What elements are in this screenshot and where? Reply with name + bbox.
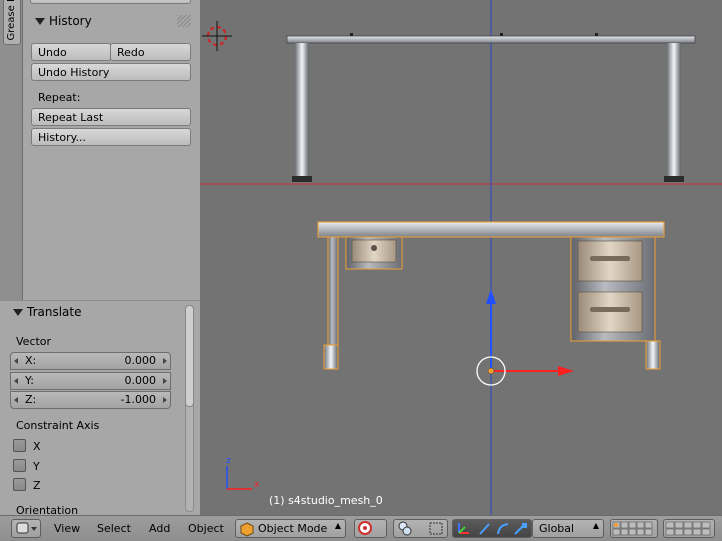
collapse-triangle-icon (35, 18, 45, 25)
vector-z-field[interactable]: Z: -1.000 (10, 391, 171, 409)
layers-grid-icon (665, 521, 711, 536)
decrement-arrow-icon[interactable] (14, 378, 18, 384)
redo-button[interactable]: Redo (110, 43, 191, 61)
undo-history-button[interactable]: Undo History (31, 63, 191, 81)
3d-view-editor-icon (16, 522, 37, 534)
decrement-arrow-icon[interactable] (14, 397, 18, 403)
vector-z-value: -1.000 (120, 393, 156, 406)
constraint-x-checkbox[interactable] (13, 439, 26, 452)
constraint-z-checkbox[interactable] (13, 478, 26, 491)
3d-viewport[interactable]: z x (1) s4studio_mesh_0 (200, 0, 722, 515)
increment-arrow-icon[interactable] (163, 378, 167, 384)
constraint-y-label: Y (33, 460, 40, 473)
menu-select[interactable]: Select (97, 522, 131, 535)
manipulator-buttons[interactable] (452, 519, 532, 538)
active-object-label: (1) s4studio_mesh_0 (269, 494, 383, 507)
axis-orientation-gizmo: z x (226, 456, 260, 490)
decrement-arrow-icon[interactable] (14, 358, 18, 364)
3d-view-header: View Select Add Object Object Mode ▲ Glo… (0, 515, 722, 541)
transform-orientation-label: Global (539, 522, 575, 535)
increment-arrow-icon[interactable] (163, 358, 167, 364)
constraint-z-label: Z (33, 479, 41, 492)
mode-selector[interactable]: Object Mode ▲ (235, 519, 346, 538)
tool-shelf-tabs: Grease P (0, 0, 23, 300)
vector-x-value: 0.000 (124, 354, 157, 367)
scrollbar-thumb[interactable] (185, 305, 194, 407)
editor-type-button[interactable] (11, 519, 41, 538)
menu-object[interactable]: Object (188, 522, 224, 535)
drag-grip-icon[interactable] (177, 15, 191, 27)
updown-arrows-icon: ▲ (334, 521, 341, 530)
repeat-heading: Repeat: (38, 91, 81, 104)
3d-cursor-icon[interactable] (202, 21, 232, 51)
viewport-shading-button[interactable] (354, 519, 387, 538)
vector-label: Vector (16, 335, 52, 348)
previous-panel-button[interactable] (30, 0, 191, 4)
mode-selector-label: Object Mode (258, 522, 328, 535)
vector-y-value: 0.000 (124, 374, 157, 387)
updown-arrows-icon: ▲ (592, 521, 599, 530)
shading-sphere-icon (358, 521, 372, 535)
vector-x-field[interactable]: X: 0.000 (10, 352, 171, 370)
pivot-and-snap-buttons[interactable] (393, 519, 448, 538)
vector-y-label: Y: (25, 374, 34, 387)
vector-y-field[interactable]: Y: 0.000 (10, 372, 171, 390)
layers-grid-icon (612, 521, 653, 536)
constraint-axis-label: Constraint Axis (16, 419, 100, 432)
vector-x-label: X: (25, 354, 37, 367)
layer-buttons-group-2[interactable] (663, 519, 715, 538)
gizmo-x-label: x (254, 480, 260, 490)
history-button[interactable]: History... (31, 128, 191, 146)
pivot-point-icon (398, 521, 443, 536)
collapse-triangle-icon (13, 309, 23, 316)
viewport-canvas: z x (200, 0, 722, 515)
vector-z-label: Z: (25, 393, 37, 406)
increment-arrow-icon[interactable] (163, 397, 167, 403)
constraint-y-checkbox[interactable] (13, 459, 26, 472)
tab-grease-pencil[interactable]: Grease P (3, 0, 21, 45)
manipulator-icons (458, 523, 527, 535)
transform-orientation-selector[interactable]: Global ▲ (532, 519, 604, 538)
repeat-last-button[interactable]: Repeat Last (31, 108, 191, 126)
translate-panel-header[interactable]: Translate (13, 305, 82, 319)
object-cube-icon (240, 522, 254, 537)
layer-buttons-group-1[interactable] (610, 519, 658, 538)
gizmo-z-label: z (226, 456, 231, 466)
history-panel-header[interactable]: History (35, 14, 92, 28)
translate-panel-title: Translate (27, 305, 82, 319)
constraint-x-label: X (33, 440, 41, 453)
tab-grease-pencil-label: Grease P (6, 0, 17, 40)
undo-button[interactable]: Undo (31, 43, 111, 61)
transform-gizmo[interactable] (476, 289, 574, 386)
history-panel-title: History (49, 14, 92, 28)
menu-view[interactable]: View (54, 522, 80, 535)
menu-add[interactable]: Add (149, 522, 170, 535)
